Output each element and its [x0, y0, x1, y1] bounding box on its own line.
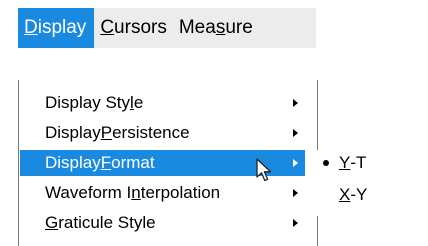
menu-item-display-persistence[interactable]: Display Persistence [20, 120, 305, 146]
menubar-cursors-rest: ursors [114, 17, 167, 38]
menu-item-accelerator: F [100, 153, 112, 172]
menu-item-label-post: e [133, 93, 144, 112]
arrow-right-icon [293, 159, 298, 167]
menubar-measure-pre: Mea [178, 17, 216, 38]
arrow-right-icon [293, 189, 298, 197]
menubar-cursors-accelerator: C [100, 17, 115, 38]
menubar-display-accelerator: D [24, 17, 38, 38]
menu-item-graticule-style[interactable]: Graticule Style [20, 210, 305, 236]
menu-item-label-post: ormat [111, 153, 155, 172]
arrow-right-icon [293, 99, 298, 107]
menubar-display-rest: isplay [37, 17, 87, 38]
menu-item-label-post: ersistence [112, 123, 190, 142]
menu-item-label-pre: Display Sty [45, 93, 131, 112]
menubar-cursors[interactable]: Cursors [94, 8, 173, 48]
submenu-item-y-t[interactable]: Y -T [317, 150, 428, 176]
menu-item-label-pre: Waveform I [45, 183, 132, 202]
menu-item-label-pre: Display [45, 123, 101, 142]
menu-item-label-post: raticule Style [58, 213, 156, 232]
menubar-measure[interactable]: Mea s ure [173, 8, 259, 48]
menu-bar: Display Cursors Mea s ure [18, 8, 316, 48]
menu-item-accelerator: n [131, 183, 141, 202]
menu-item-accelerator: P [100, 123, 113, 142]
arrow-right-icon [293, 219, 298, 227]
arrow-right-icon [293, 129, 298, 137]
menu-item-accelerator: G [45, 213, 59, 232]
submenu-item-label-post: -T [350, 153, 367, 172]
bullet-icon [323, 160, 329, 166]
mouse-pointer-icon [256, 158, 272, 182]
submenu-item-accelerator: Y [339, 153, 351, 172]
menubar-measure-rest: ure [225, 17, 253, 38]
display-format-submenu: Y -T X -Y [317, 150, 428, 216]
submenu-item-label-post: -Y [350, 185, 368, 204]
submenu-item-x-y[interactable]: X -Y [317, 182, 428, 208]
menubar-measure-accelerator: s [215, 17, 226, 38]
menu-item-label-pre: Display [45, 153, 101, 172]
menu-item-label-post: terpolation [140, 183, 221, 202]
menubar-display[interactable]: Display [18, 8, 95, 48]
menu-item-display-style[interactable]: Display Sty l e [20, 90, 305, 116]
submenu-item-accelerator: X [339, 185, 351, 204]
